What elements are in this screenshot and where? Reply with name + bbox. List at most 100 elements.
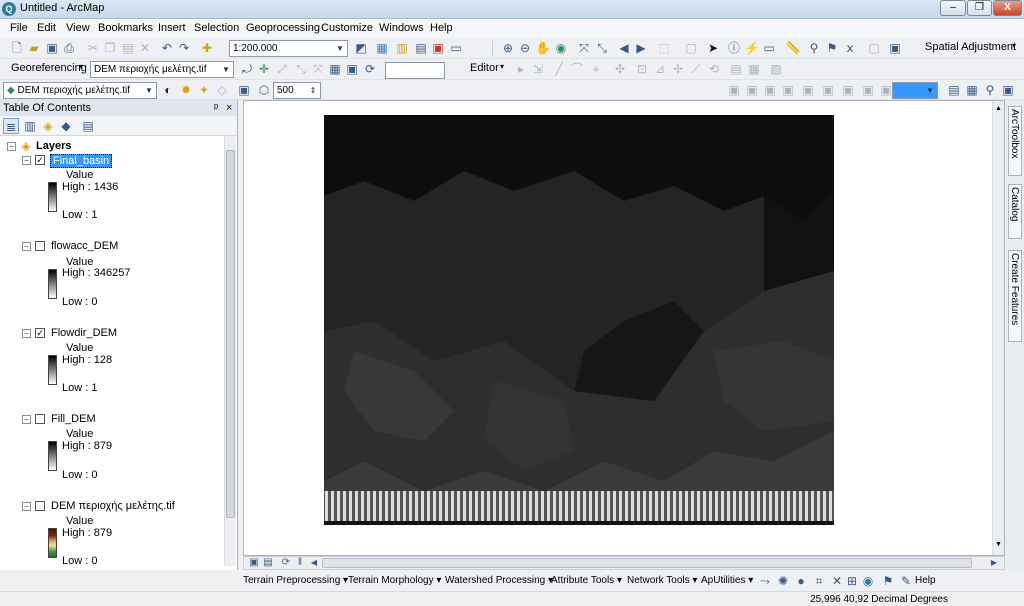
scroll-down-icon[interactable]: ▼ [995,541,1002,548]
edit-tool-icon[interactable]: ▸ [513,61,529,77]
flag-icon[interactable]: ⚑ [880,573,896,589]
scroll-left-icon[interactable]: ◀ [306,555,322,571]
arctoolbox-tab[interactable]: ArcToolbox [1008,106,1022,176]
layer-visibility-checkbox[interactable]: ✓ [35,328,45,338]
add-data-icon[interactable]: ✚ [199,40,215,56]
create-viewer-icon[interactable]: ▣ [887,40,903,56]
cut-polygons-icon[interactable]: ✢ [670,61,686,77]
close-button[interactable]: X [993,0,1022,16]
viewer-icon[interactable]: ▣ [344,61,360,77]
brightness-icon[interactable]: ✹ [178,82,194,98]
active-layer-combo[interactable]: ◆ DEM περιοχής μελέτης.tif ▼ [3,82,157,99]
hyperlink-icon[interactable]: ⚡ [744,40,760,56]
fixed-zoom-in-icon[interactable]: ⤧ [576,40,592,56]
trace-icon[interactable]: ⌖ [588,61,604,77]
map-view[interactable]: ▲ ▼ [243,100,1005,556]
rotate-icon[interactable]: ⤾ [239,61,255,77]
zoom-out-icon[interactable]: ⊖ [517,40,533,56]
save-icon[interactable]: ▣ [44,40,60,56]
menu-insert[interactable]: Insert [158,22,186,34]
help-menu[interactable]: Help [915,575,936,586]
list-by-selection-icon[interactable]: ◆ [58,118,74,134]
collapse-icon[interactable]: − [22,329,31,338]
trace-network-icon[interactable]: ⌗ [811,573,827,589]
undo-icon[interactable]: ↶ [159,40,175,56]
pin-icon[interactable]: ᵖ [214,100,218,116]
forward-extent-icon[interactable]: ▶ [633,40,649,56]
pan-icon[interactable]: ✋ [535,40,551,56]
3d-tool-icon[interactable]: ▣ [780,82,796,98]
fixed-zoom-out-icon[interactable]: ⤡ [594,40,610,56]
scrollbar-thumb[interactable] [226,150,235,518]
watershed-icon[interactable]: ✺ [775,573,791,589]
grid-icon[interactable]: ⊞ [844,573,860,589]
measure-icon[interactable]: 📏 [785,40,801,56]
list-by-drawing-order-icon[interactable]: ≣ [3,118,19,134]
create-features-tab[interactable]: Create Features [1008,250,1022,342]
update-display-icon[interactable]: ⟳ [362,61,378,77]
flow-path-icon[interactable]: ⤳ [757,573,773,589]
contrast-icon[interactable]: ◐ [160,82,176,98]
menu-customize[interactable]: Customize [321,22,373,34]
open-folder-icon[interactable]: ▰ [26,40,42,56]
menu-bookmarks[interactable]: Bookmarks [98,22,153,34]
transparency-icon[interactable]: ✦ [196,82,212,98]
export-icon[interactable]: ▣ [1000,82,1016,98]
split-tool-icon[interactable]: ✣ [612,61,628,77]
map-vertical-scrollbar[interactable]: ▲ ▼ [992,101,1004,555]
select-features-icon[interactable]: ⬚ [656,40,672,56]
3d-tool-icon[interactable]: ▣ [840,82,856,98]
toc-scrollbar[interactable] [224,136,236,566]
rotate-feature-icon[interactable]: ⟲ [706,61,722,77]
layer-name-flowdir[interactable]: Flowdir_DEM [51,327,117,339]
html-popup-icon[interactable]: ▭ [761,40,777,56]
auto-registration-icon[interactable]: ⤧ [310,61,326,77]
layer-visibility-checkbox[interactable] [35,241,45,251]
menu-edit[interactable]: Edit [37,22,56,34]
paste-icon[interactable]: ▤ [120,40,136,56]
layout-view-icon[interactable]: ▤ [946,82,962,98]
georef-layer-combo[interactable]: DEM περιοχής μελέτης.tif ▼ [90,61,234,78]
terrain-morphology-menu[interactable]: Terrain Morphology ▾ [348,575,441,586]
map-scale-combo[interactable]: 1:200.000 ▼ [229,40,348,57]
3d-tool-icon[interactable]: ▣ [744,82,760,98]
identify-icon[interactable]: ⓘ [726,40,742,56]
scrollbar-thumb[interactable] [322,558,972,568]
go-to-xy-icon[interactable]: ⅹ [842,40,858,56]
menu-view[interactable]: View [66,22,90,34]
collapse-icon[interactable]: − [22,156,31,165]
new-document-icon[interactable]: 🗋 [9,40,25,56]
georeferencing-menu[interactable]: Georeferencing [11,62,87,74]
3d-tool-icon[interactable]: ▣ [762,82,778,98]
find-icon[interactable]: ⚲ [806,40,822,56]
layer-name-dem[interactable]: DEM περιοχής μελέτης.tif [51,500,175,512]
globe-icon[interactable]: ◉ [860,573,876,589]
aputilities-menu[interactable]: ApUtilities ▾ [701,575,753,586]
point-delineation-icon[interactable]: ● [793,573,809,589]
raster-resolution-icon[interactable]: ▣ [236,82,252,98]
split-icon[interactable]: ⟋ [688,61,704,77]
print-icon[interactable]: ⎙ [61,40,77,56]
create-features-icon[interactable]: ▧ [768,61,784,77]
binoculars-icon[interactable]: ⚲ [982,82,998,98]
menu-help[interactable]: Help [430,22,453,34]
select-elements-icon[interactable]: ➤ [705,40,721,56]
3d-tool-icon[interactable]: ▣ [800,82,816,98]
options-icon[interactable]: ▤ [80,118,96,134]
reshape-icon[interactable]: ⊿ [652,61,668,77]
interpolate-icon[interactable]: ⬡ [256,82,272,98]
layer-visibility-checkbox[interactable]: ✓ [35,155,45,165]
delete-icon[interactable]: ✕ [137,40,153,56]
arctoolbox-window-icon[interactable]: ▣ [430,40,446,56]
layer-name-fill[interactable]: Fill_DEM [51,413,96,425]
collapse-icon[interactable]: − [22,502,31,511]
scroll-right-icon[interactable]: ▶ [986,555,1002,571]
restore-button[interactable]: ❐ [967,0,992,16]
edit-annotation-icon[interactable]: ⇲ [530,61,546,77]
collapse-icon[interactable]: − [22,242,31,251]
shift-icon[interactable]: ⤢ [274,61,290,77]
redo-icon[interactable]: ↷ [176,40,192,56]
back-extent-icon[interactable]: ◀ [616,40,632,56]
swipe-icon[interactable]: ◇ [214,82,230,98]
attribute-tools-menu[interactable]: Attribute Tools ▾ [551,575,622,586]
